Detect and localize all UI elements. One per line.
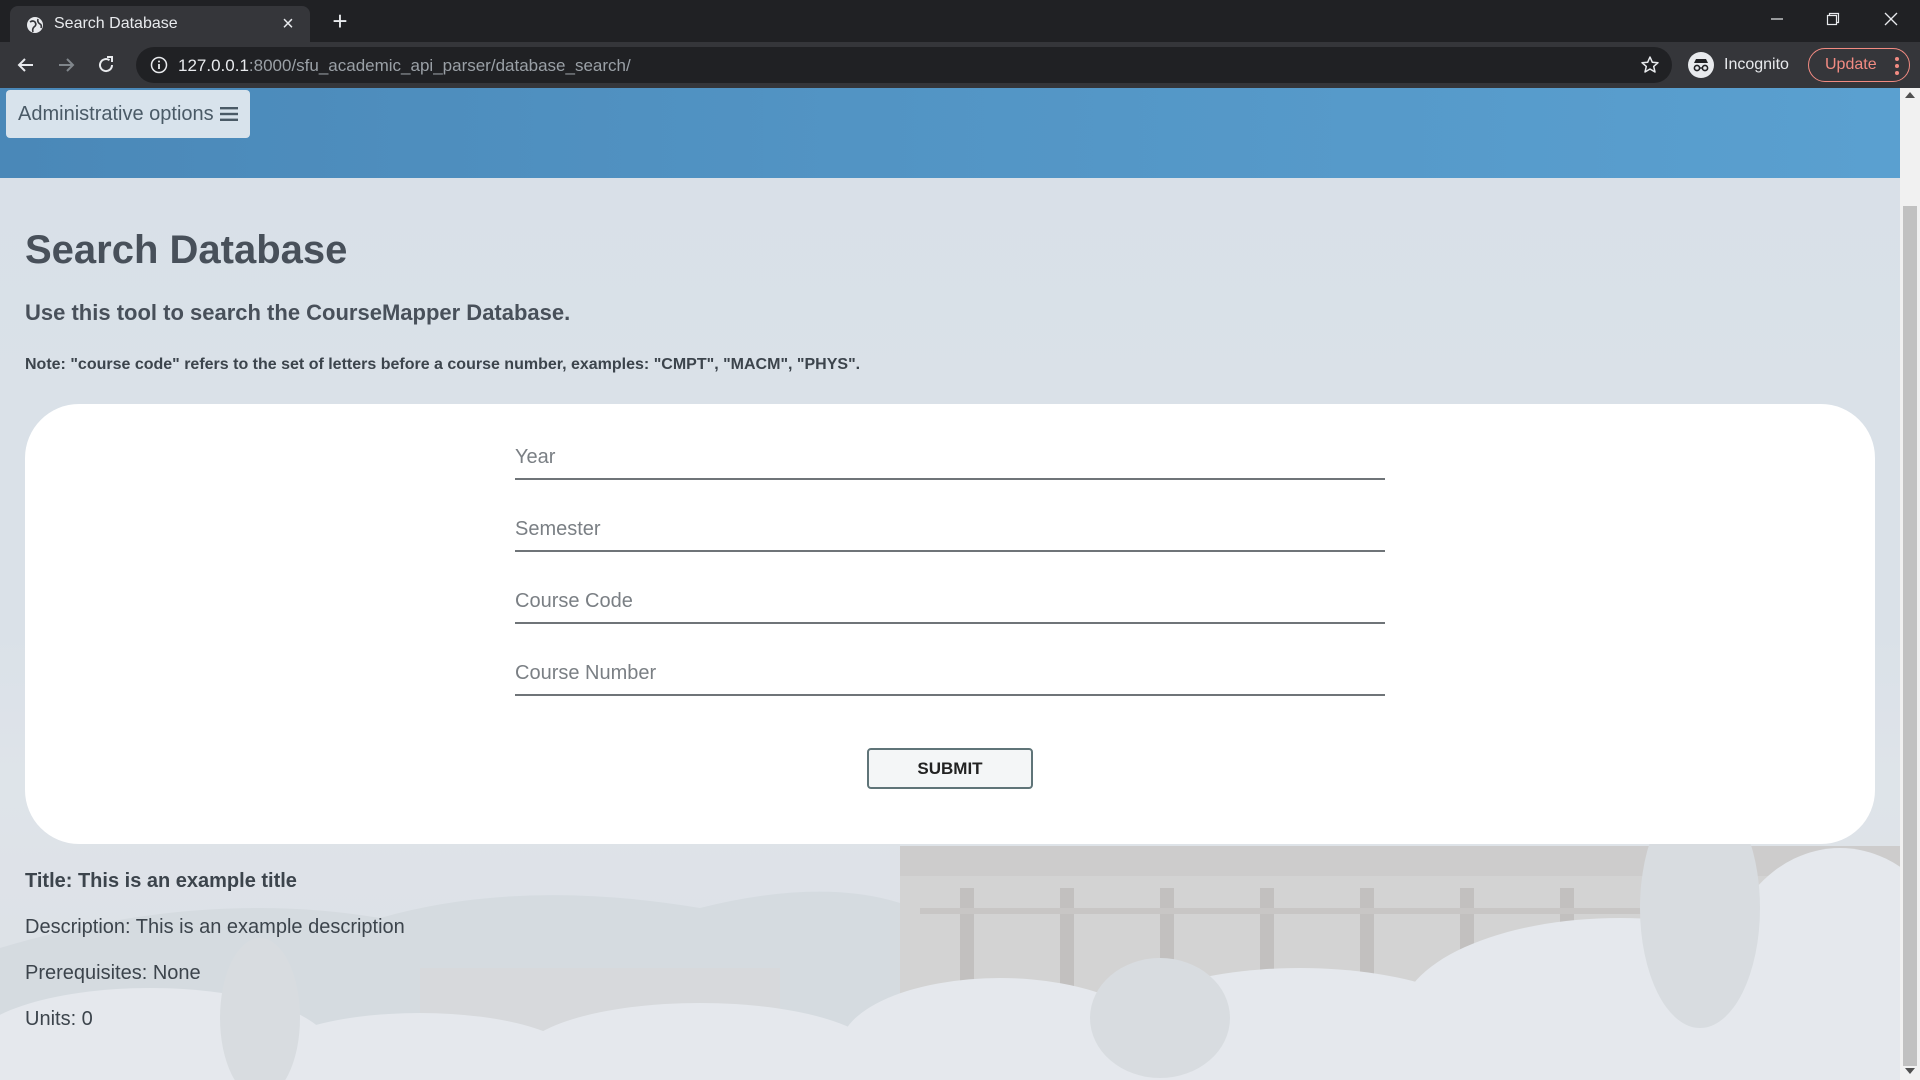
window-minimize-icon[interactable]	[1750, 0, 1804, 38]
result-title: Title: This is an example title	[25, 870, 297, 892]
forward-arrow-icon[interactable]	[52, 51, 80, 79]
tab-title: Search Database	[54, 15, 178, 32]
page-viewport: Administrative options Search Database U…	[0, 88, 1900, 1080]
window-close-icon[interactable]	[1864, 0, 1918, 38]
window-restore-icon[interactable]	[1806, 0, 1860, 38]
scrollbar-thumb[interactable]	[1903, 206, 1917, 1066]
reload-icon[interactable]	[92, 51, 120, 79]
year-input[interactable]	[515, 430, 1385, 478]
new-tab-plus-icon[interactable]: +	[326, 8, 354, 36]
globe-icon	[27, 17, 43, 33]
more-vertical-icon	[1895, 57, 1899, 75]
incognito-label: Incognito	[1724, 56, 1789, 73]
tab-strip: Search Database × +	[0, 0, 1920, 42]
administrative-options-button[interactable]: Administrative options	[6, 90, 250, 138]
update-label: Update	[1825, 56, 1877, 73]
search-form-card: SUBMIT	[25, 404, 1875, 844]
semester-field	[515, 502, 1385, 552]
year-field	[515, 430, 1385, 480]
site-info-icon[interactable]	[150, 56, 168, 74]
browser-toolbar: 127.0.0.1:8000/sfu_academic_api_parser/d…	[0, 42, 1920, 88]
submit-button[interactable]: SUBMIT	[867, 748, 1033, 789]
update-button[interactable]: Update	[1808, 48, 1910, 82]
page-scrollbar[interactable]	[1900, 88, 1920, 1080]
incognito-indicator[interactable]: Incognito	[1688, 50, 1789, 80]
browser-tab[interactable]: Search Database ×	[10, 6, 310, 42]
hamburger-menu-icon	[219, 107, 238, 121]
address-bar[interactable]: 127.0.0.1:8000/sfu_academic_api_parser/d…	[136, 47, 1672, 83]
course-code-input[interactable]	[515, 574, 1385, 622]
page-title: Search Database	[25, 228, 348, 272]
page-header-banner	[0, 88, 1900, 178]
course-code-note: Note: "course code" refers to the set of…	[25, 356, 861, 373]
administrative-options-label: Administrative options	[18, 102, 214, 125]
url-host: 127.0.0.1	[178, 56, 249, 75]
result-description: Description: This is an example descript…	[25, 916, 405, 938]
semester-input[interactable]	[515, 502, 1385, 550]
course-number-field	[515, 646, 1385, 696]
page-subtitle: Use this tool to search the CourseMapper…	[25, 300, 571, 325]
url-text: 127.0.0.1:8000/sfu_academic_api_parser/d…	[178, 56, 631, 76]
scroll-down-arrow-icon[interactable]	[1905, 1068, 1915, 1074]
bookmark-star-icon[interactable]	[1640, 55, 1660, 75]
course-code-field	[515, 574, 1385, 624]
result-units: Units: 0	[25, 1008, 93, 1030]
url-path: :8000/sfu_academic_api_parser/database_s…	[248, 56, 631, 75]
scroll-up-arrow-icon[interactable]	[1905, 92, 1915, 98]
course-number-input[interactable]	[515, 646, 1385, 694]
incognito-icon	[1688, 52, 1714, 78]
result-prerequisites: Prerequisites: None	[25, 962, 201, 984]
tab-close-icon[interactable]: ×	[278, 14, 298, 34]
back-arrow-icon[interactable]	[12, 51, 40, 79]
